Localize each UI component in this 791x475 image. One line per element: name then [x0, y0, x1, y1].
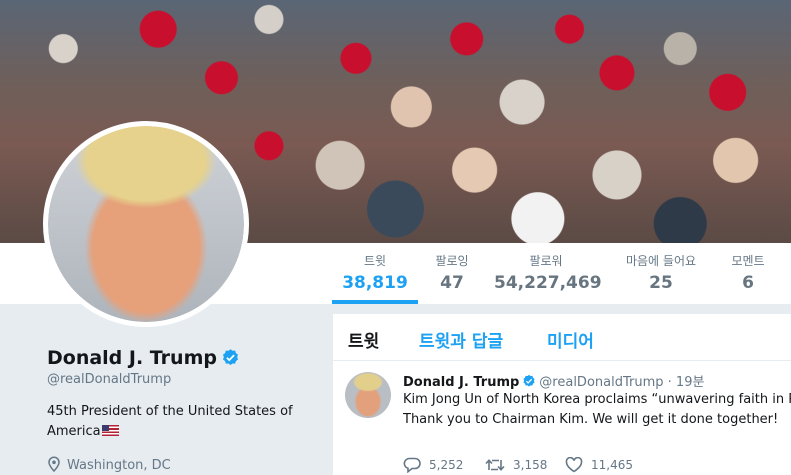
stat-followers-label: 팔로워 [529, 254, 563, 268]
tab-tweets[interactable]: 트윗 [348, 327, 379, 352]
verified-badge-icon [523, 374, 535, 387]
retweet-count: 3,158 [513, 458, 548, 472]
like-count: 11,465 [591, 458, 633, 472]
tweet-timestamp[interactable]: 19분 [676, 375, 705, 390]
tweet-text: Kim Jong Un of North Korea proclaims “un… [403, 390, 791, 430]
timeline-panel: 트윗 트윗과 답글 미디어 Donald J. Trump @realDonald… [333, 314, 791, 475]
profile-card: Donald J. Trump @realDonaldTrump 45th Pr… [0, 304, 320, 475]
reply-button[interactable]: 5,252 [403, 457, 464, 474]
profile-handle[interactable]: @realDonaldTrump [47, 372, 171, 387]
tweet-text-line-1: Kim Jong Un of North Korea proclaims “un… [403, 392, 791, 407]
stat-moments[interactable]: 모멘트 6 [722, 253, 774, 295]
profile-bio: 45th President of the United States of A… [47, 402, 307, 442]
tweet-author-name[interactable]: Donald J. Trump [403, 375, 519, 390]
stat-likes[interactable]: 마음에 들어요 25 [614, 253, 708, 295]
timeline-tabs: 트윗 트윗과 답글 미디어 [333, 314, 791, 361]
stat-likes-label: 마음에 들어요 [625, 254, 697, 268]
stat-moments-label: 모멘트 [731, 254, 765, 268]
retweet-button[interactable]: 3,158 [485, 457, 547, 473]
profile-bio-text: 45th President of the United States of A… [47, 404, 293, 439]
stat-following-value: 47 [440, 273, 464, 293]
like-icon [565, 456, 583, 473]
us-flag-icon [101, 425, 119, 436]
reply-count: 5,252 [429, 458, 464, 472]
avatar-photo [48, 126, 244, 322]
stat-tweets-value: 38,819 [342, 273, 408, 293]
stat-likes-value: 25 [649, 273, 673, 293]
stat-tweets-label: 트윗 [363, 254, 387, 268]
stat-moments-value: 6 [742, 273, 754, 293]
tweet-header: Donald J. Trump @realDonaldTrump · 19분 [403, 371, 704, 390]
tweet-text-line-2: Thank you to Chairman Kim. We will get i… [403, 412, 779, 427]
tweet-author-handle[interactable]: @realDonaldTrump [539, 375, 663, 390]
profile-location-text: Washington, DC [67, 458, 171, 473]
tweet-separator: · [667, 375, 672, 390]
verified-badge-icon [222, 349, 239, 366]
tweet-avatar[interactable] [345, 372, 391, 418]
tab-tweets-and-replies[interactable]: 트윗과 답글 [419, 327, 503, 352]
stat-followers[interactable]: 팔로워 54,227,469 [494, 253, 602, 295]
profile-name-text: Donald J. Trump [47, 347, 217, 369]
stat-following-label: 팔로잉 [435, 254, 469, 268]
reply-icon [403, 457, 421, 474]
location-pin-icon [48, 456, 60, 473]
stat-following[interactable]: 팔로잉 47 [424, 253, 480, 295]
like-button[interactable]: 11,465 [565, 456, 633, 473]
stat-followers-value: 54,227,469 [494, 273, 602, 293]
profile-location: Washington, DC [47, 456, 171, 473]
tab-media[interactable]: 미디어 [547, 327, 594, 352]
stat-tweets[interactable]: 트윗 38,819 [332, 253, 418, 295]
active-stat-indicator [332, 300, 418, 304]
tweet[interactable]: Donald J. Trump @realDonaldTrump · 19분 Ki… [333, 361, 791, 475]
profile-name[interactable]: Donald J. Trump [47, 347, 240, 369]
retweet-icon [485, 459, 505, 471]
profile-avatar[interactable] [43, 121, 249, 327]
